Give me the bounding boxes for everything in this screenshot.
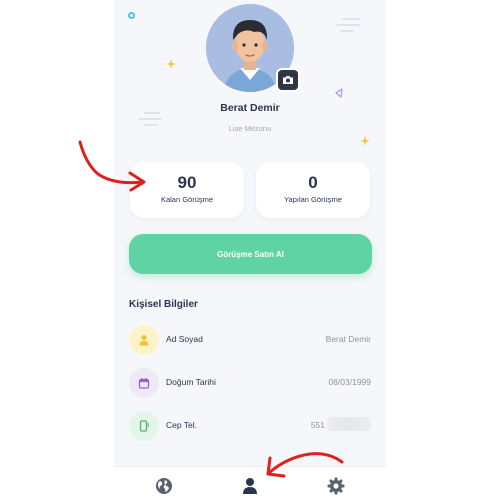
profile-education: Lise Mezunu (228, 124, 272, 133)
name-icon-badge (129, 325, 159, 355)
dash-decoration (336, 24, 360, 26)
dash-decoration (138, 118, 162, 120)
info-value: Berat Demir (325, 334, 371, 344)
profile-screen: Berat Demir Lise Mezunu 90 Kalan Görüşme… (114, 0, 386, 500)
personal-info-title: Kişisel Bilgiler (129, 299, 198, 310)
star-decoration (360, 136, 370, 146)
user-icon (243, 478, 257, 494)
completed-interviews-count: 0 (308, 173, 318, 192)
birthdate-icon-badge (129, 368, 159, 398)
info-row-phone: Cep Tel. 551 (129, 411, 371, 443)
triangle-decoration (335, 88, 343, 98)
info-row-birthdate: Doğum Tarihi 08/03/1999 (129, 368, 371, 400)
annotation-arrow-profile-tab (266, 452, 344, 478)
info-value: 08/03/1999 (328, 377, 371, 387)
change-photo-button[interactable] (276, 68, 300, 92)
phone-icon-badge (129, 411, 159, 441)
tab-profile[interactable] (240, 476, 260, 496)
star-decoration (166, 59, 176, 69)
camera-icon (283, 76, 293, 84)
phone-icon (139, 420, 149, 432)
dash-decoration (342, 18, 360, 20)
globe-icon (156, 478, 172, 494)
avatar-container[interactable] (206, 4, 300, 92)
calendar-icon (138, 378, 150, 389)
info-row-name: Ad Soyad Berat Demir (129, 325, 371, 357)
annotation-arrow-stats (78, 140, 146, 192)
dash-decoration (340, 30, 354, 32)
redacted-phone-digits (327, 417, 371, 431)
info-label: Doğum Tarihi (166, 377, 216, 387)
profile-name: Berat Demir (220, 102, 280, 114)
circle-decoration (128, 12, 135, 19)
remaining-interviews-label: Kalan Görüşme (160, 195, 214, 204)
user-icon (139, 335, 149, 346)
completed-interviews-label: Yapılan Görüşme (284, 195, 342, 204)
info-value: 551 (310, 420, 325, 430)
info-label: Ad Soyad (166, 334, 203, 344)
tab-explore[interactable] (154, 476, 174, 496)
completed-interviews-card: 0 Yapılan Görüşme (256, 162, 370, 218)
buy-interview-button[interactable]: Görüşme Satın Al (129, 234, 372, 274)
info-label: Cep Tel. (166, 420, 198, 430)
